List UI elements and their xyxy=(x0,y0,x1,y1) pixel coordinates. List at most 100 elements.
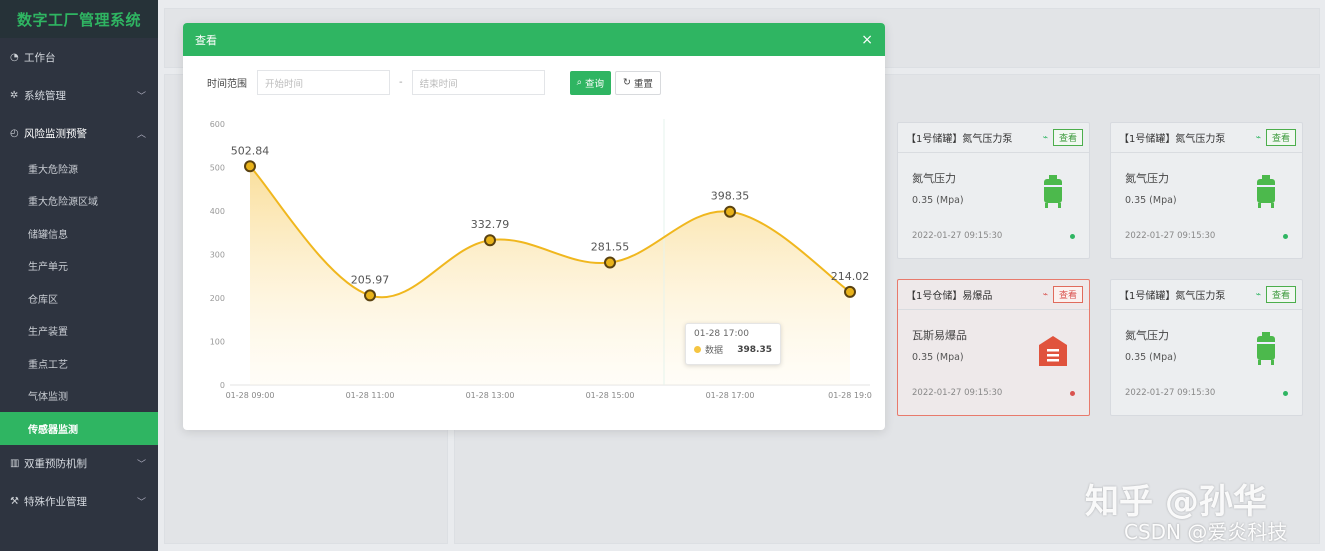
view-dialog: 查看 × 时间范围 开始时间 - 结束时间 ⌕ 查询 ↻ 重置 0 100 200 3… xyxy=(183,23,885,430)
chevron-down-icon: ﹀ xyxy=(136,460,146,470)
y-tick-label: 300 xyxy=(210,251,225,260)
x-tick-label: 01-28 09:00 xyxy=(226,391,275,400)
card-timestamp: 2022-01-27 09:15:30 xyxy=(912,231,1003,241)
sidebar-subitem-label: 重点工艺 xyxy=(28,359,68,371)
data-point xyxy=(844,285,856,298)
status-dot xyxy=(1070,234,1075,239)
series-dot xyxy=(694,346,701,353)
status-dot xyxy=(1283,391,1288,396)
sidebar: 数字工厂管理系统 ◔ 工作台 ✲ 系统管理 ﹀ ◴ 风险监测预警 ︿ 重大危险源… xyxy=(0,0,158,551)
data-label: 502.84 xyxy=(231,144,270,157)
sidebar-item-label: 特殊作业管理 xyxy=(24,496,87,508)
sidebar-item-prevention[interactable]: ▥ 双重预防机制 ﹀ xyxy=(0,445,158,483)
sidebar-item-label: 系统管理 xyxy=(24,89,66,102)
card-header: 【1号储罐】氮气压力泵 ⌁ 查看 xyxy=(1111,280,1302,310)
sidebar-subitem[interactable]: 生产单元 xyxy=(0,250,158,283)
sensor-card: 【1号储罐】氮气压力泵 ⌁ 查看 氮气压力 0.35 (Mpa) 2022-01… xyxy=(897,122,1090,259)
tank-icon xyxy=(1257,332,1275,365)
tooltip-time: 01-28 17:00 xyxy=(694,329,749,339)
y-tick-label: 400 xyxy=(210,207,225,216)
chart-tooltip: 01-28 17:00 数据 398.35 xyxy=(685,323,781,365)
data-point xyxy=(724,205,736,218)
view-button[interactable]: 查看 xyxy=(1052,129,1083,146)
data-label: 398.35 xyxy=(711,190,750,203)
card-metric-value: 0.35 (Mpa) xyxy=(1125,195,1177,206)
card-metric-name: 氮气压力 xyxy=(1125,172,1169,185)
y-tick-label: 500 xyxy=(210,164,225,173)
tooltip-value: 398.35 xyxy=(737,344,772,355)
tank-icon xyxy=(1257,175,1275,208)
view-button[interactable]: 查看 xyxy=(1052,286,1083,303)
sidebar-subitem-active[interactable]: 传感器监测 xyxy=(0,412,158,445)
sensor-card-alert: 【1号仓储】易爆品 ⌁ 查看 瓦斯易爆品 0.35 (Mpa) 2022-01-… xyxy=(897,279,1090,416)
x-tick-label: 01-28 15:00 xyxy=(586,391,635,400)
sidebar-subitem[interactable]: 重大危险源区域 xyxy=(0,185,158,218)
shield-icon: ▥ xyxy=(10,458,20,469)
card-header: 【1号储罐】氮气压力泵 ⌁ 查看 xyxy=(1111,123,1302,153)
tooltip-series: 数据 xyxy=(705,346,724,356)
x-tick-label: 01-28 19:0 xyxy=(828,391,872,400)
sidebar-subitem[interactable]: 重点工艺 xyxy=(0,347,158,380)
pulse-icon: ⌁ xyxy=(1042,289,1048,300)
sidebar-item-system[interactable]: ✲ 系统管理 ﹀ xyxy=(0,76,158,114)
chevron-up-icon: ︿ xyxy=(136,129,146,140)
data-point xyxy=(244,160,256,173)
tank-icon xyxy=(1044,175,1062,208)
data-label: 205.97 xyxy=(351,273,390,286)
pulse-icon: ⌁ xyxy=(1255,289,1261,300)
chevron-down-icon: ﹀ xyxy=(136,91,146,102)
card-metric-value: 0.35 (Mpa) xyxy=(912,352,964,363)
pulse-icon: ⌁ xyxy=(1255,132,1261,143)
tool-icon: ⚒ xyxy=(10,496,19,507)
gear-icon: ✲ xyxy=(10,89,19,101)
status-dot xyxy=(1070,391,1075,396)
sidebar-subitem-label: 传感器监测 xyxy=(28,424,78,436)
status-dot xyxy=(1283,234,1288,239)
y-tick-label: 0 xyxy=(220,381,225,390)
sidebar-item-workbench[interactable]: ◔ 工作台 xyxy=(0,38,158,76)
sidebar-subitem-label: 储罐信息 xyxy=(28,229,68,241)
line-chart[interactable]: 0 100 200 300 400 500 600 01-28 09:00 01-28 11:0… xyxy=(183,23,885,430)
card-metric-name: 氮气压力 xyxy=(912,172,956,185)
sidebar-item-label: 工作台 xyxy=(24,51,56,64)
sidebar-subitem[interactable]: 气体监测 xyxy=(0,380,158,413)
view-button[interactable]: 查看 xyxy=(1265,129,1296,146)
app-title: 数字工厂管理系统 xyxy=(0,0,158,38)
warehouse-icon xyxy=(1039,336,1067,366)
data-point xyxy=(364,289,376,302)
card-timestamp: 2022-01-27 09:15:30 xyxy=(1125,388,1216,398)
sidebar-subitem[interactable]: 重大危险源 xyxy=(0,152,158,185)
sidebar-subitem-label: 生产单元 xyxy=(28,262,68,274)
sidebar-subitem-label: 重大危险源 xyxy=(28,164,78,176)
sidebar-subitem-label: 仓库区 xyxy=(28,294,58,306)
card-title: 【1号储罐】氮气压力泵 xyxy=(1119,134,1226,145)
data-label: 214.02 xyxy=(831,270,870,283)
x-tick-label: 01-28 11:00 xyxy=(346,391,395,400)
sidebar-item-risk[interactable]: ◴ 风险监测预警 ︿ xyxy=(0,114,158,152)
y-tick-label: 100 xyxy=(210,338,225,347)
card-title: 【1号仓储】易爆品 xyxy=(906,291,993,302)
x-tick-label: 01-28 13:00 xyxy=(466,391,515,400)
sidebar-item-label: 风险监测预警 xyxy=(24,127,87,140)
card-title: 【1号储罐】氮气压力泵 xyxy=(906,134,1013,145)
dashboard-icon: ◔ xyxy=(10,51,19,63)
pulse-icon: ⌁ xyxy=(1042,132,1048,143)
x-tick-label: 01-28 17:00 xyxy=(706,391,755,400)
sensor-card: 【1号储罐】氮气压力泵 ⌁ 查看 氮气压力 0.35 (Mpa) 2022-01… xyxy=(1110,279,1303,416)
data-label: 281.55 xyxy=(591,241,630,254)
sidebar-subitem-label: 重大危险源区域 xyxy=(28,197,98,209)
sidebar-subitem[interactable]: 生产装置 xyxy=(0,315,158,348)
card-header: 【1号储罐】氮气压力泵 ⌁ 查看 xyxy=(898,123,1089,153)
data-point xyxy=(484,234,496,247)
sidebar-item-special-work[interactable]: ⚒ 特殊作业管理 ﹀ xyxy=(0,483,158,521)
card-metric-value: 0.35 (Mpa) xyxy=(1125,352,1177,363)
chevron-down-icon: ﹀ xyxy=(136,498,146,508)
sidebar-subitem[interactable]: 储罐信息 xyxy=(0,217,158,250)
data-point xyxy=(604,256,616,269)
view-button[interactable]: 查看 xyxy=(1265,286,1296,303)
sidebar-subitem[interactable]: 仓库区 xyxy=(0,282,158,315)
y-tick-label: 200 xyxy=(210,294,225,303)
card-metric-name: 氮气压力 xyxy=(1125,329,1169,342)
card-title: 【1号储罐】氮气压力泵 xyxy=(1119,291,1226,302)
sidebar-item-label: 双重预防机制 xyxy=(24,458,87,470)
